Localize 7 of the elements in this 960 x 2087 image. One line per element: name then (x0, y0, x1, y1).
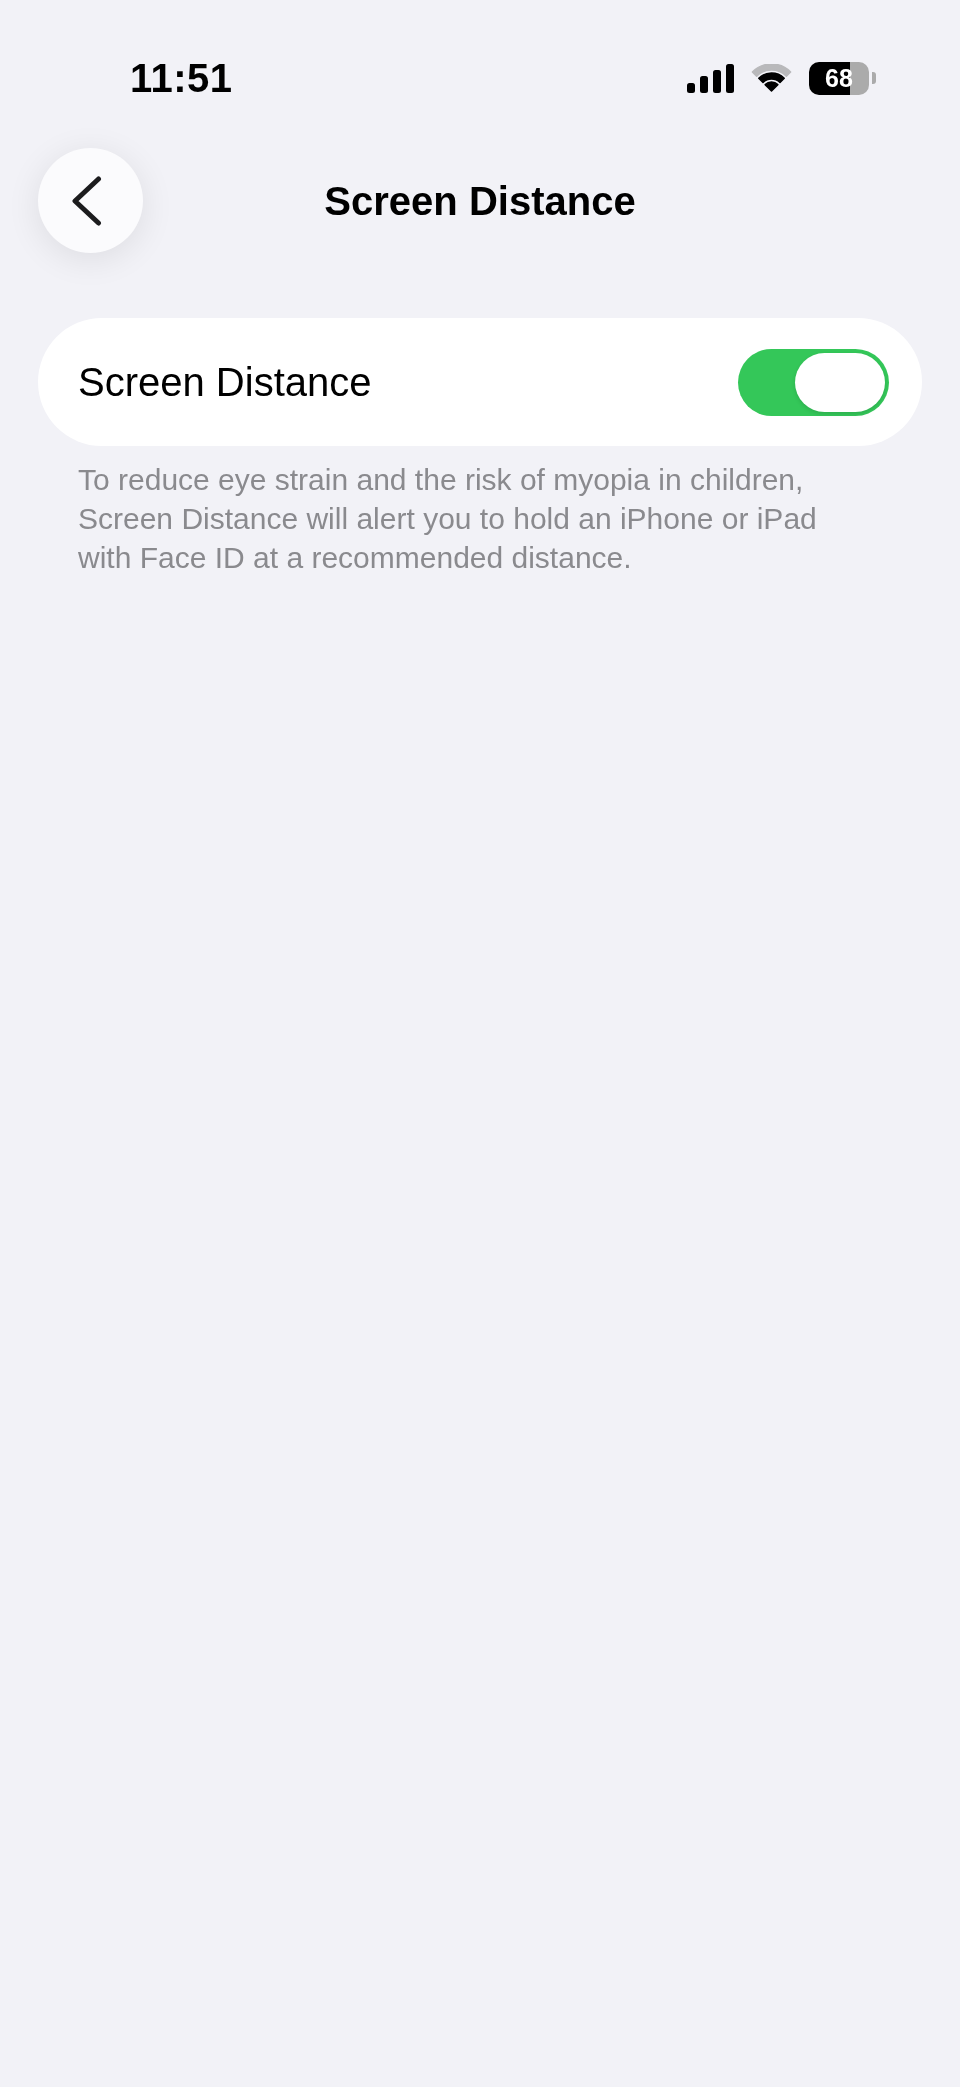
status-time: 11:51 (130, 55, 233, 102)
chevron-left-icon (71, 175, 102, 226)
setting-description: To reduce eye strain and the risk of myopia in children, Screen Distance will alert you to hold an iPhone or iPad with Face ID at a recommended distance. (78, 462, 818, 576)
signal-icon (687, 63, 734, 93)
wifi-icon (751, 63, 792, 93)
setting-label: Screen Distance (78, 359, 372, 406)
page-title: Screen Distance (323, 177, 637, 225)
